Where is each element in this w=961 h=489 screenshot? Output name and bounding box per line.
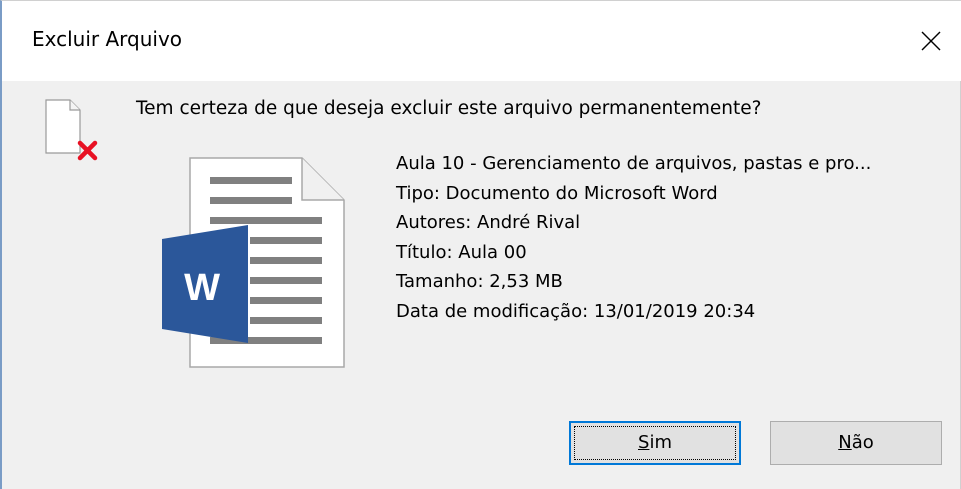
word-document-icon: W xyxy=(162,157,345,368)
focus-rectangle xyxy=(574,426,736,460)
close-button[interactable] xyxy=(901,1,961,81)
svg-text:W: W xyxy=(184,267,220,309)
confirmation-question: Tem certeza de que deseja excluir este a… xyxy=(136,98,762,119)
file-details: Aula 10 - Gerenciamento de arquivos, pas… xyxy=(396,149,871,326)
title-bar: Excluir Arquivo xyxy=(2,1,961,81)
yes-button[interactable]: Sim xyxy=(569,421,741,465)
delete-file-icon xyxy=(45,99,98,161)
no-mnemonic: N xyxy=(838,432,852,453)
close-icon xyxy=(921,31,941,51)
delete-file-dialog: Excluir Arquivo Tem certeza de que desej… xyxy=(0,0,961,489)
file-name: Aula 10 - Gerenciamento de arquivos, pas… xyxy=(396,153,872,174)
window-title: Excluir Arquivo xyxy=(32,27,183,51)
file-title: Título: Aula 00 xyxy=(396,241,527,263)
file-modified: Data de modificação: 13/01/2019 20:34 xyxy=(396,300,756,322)
file-size: Tamanho: 2,53 MB xyxy=(396,271,563,292)
file-authors: Autores: André Rival xyxy=(396,212,581,233)
file-type: Tipo: Documento do Microsoft Word xyxy=(396,182,718,204)
no-button[interactable]: Não xyxy=(770,421,942,465)
no-label-rest: ão xyxy=(851,432,874,453)
